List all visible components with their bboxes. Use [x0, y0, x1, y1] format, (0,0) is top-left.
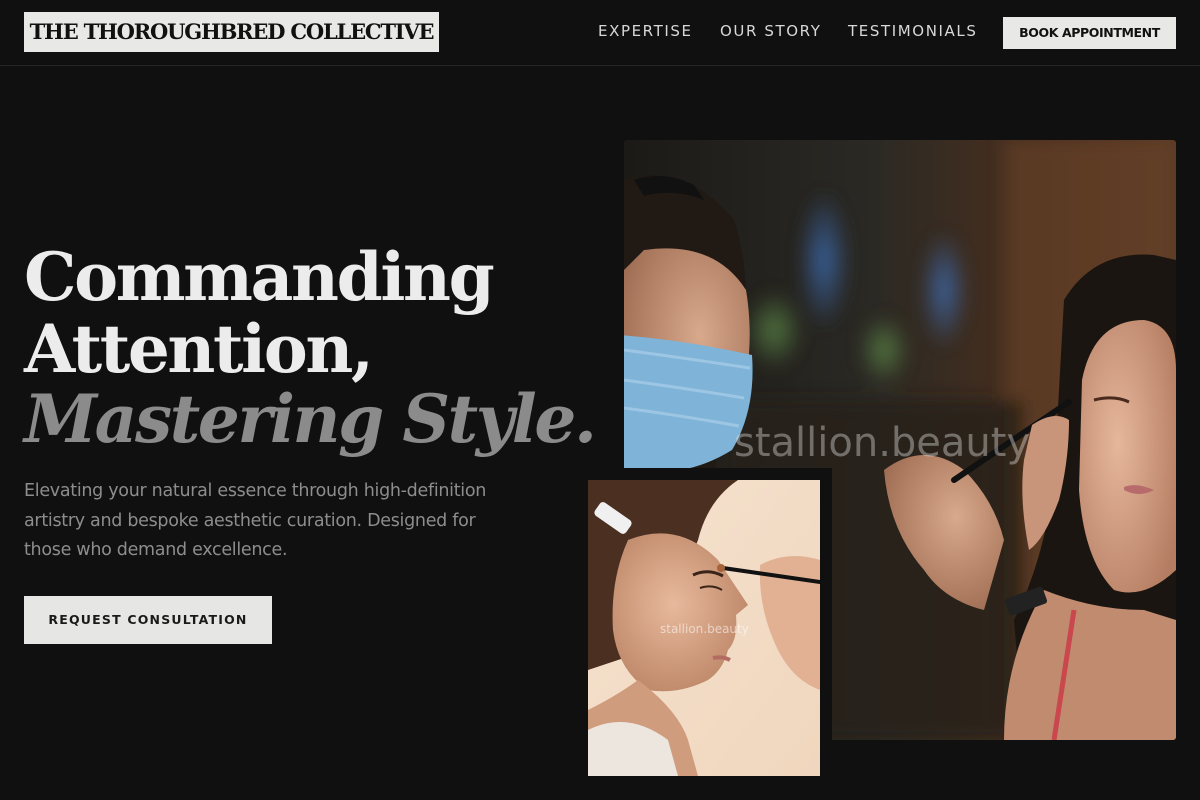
hero-headline-line-3: Mastering Style.	[24, 380, 597, 458]
brand-logo[interactable]: THE THOROUGHBRED COLLECTIVE	[24, 12, 439, 52]
book-appointment-button[interactable]: BOOK APPOINTMENT	[1003, 17, 1176, 49]
hero-headline-line-2: Attention,	[24, 310, 374, 388]
hero-headline-line-1: Commanding	[24, 238, 495, 316]
nav-link-expertise[interactable]: EXPERTISE	[598, 22, 693, 40]
hero-description: Elevating your natural essence through h…	[24, 481, 487, 560]
main-photo-watermark: stallion.beauty	[734, 420, 1031, 466]
small-photo-watermark: stallion.beauty	[660, 622, 749, 636]
hero-secondary-photo: stallion.beauty	[588, 480, 820, 776]
top-nav: THE THOROUGHBRED COLLECTIVE EXPERTISE OU…	[0, 0, 1200, 66]
request-consultation-button[interactable]: REQUEST CONSULTATION	[24, 596, 272, 644]
nav-link-testimonials[interactable]: TESTIMONIALS	[848, 22, 977, 40]
nav-link-our-story[interactable]: OUR STORY	[720, 22, 822, 40]
